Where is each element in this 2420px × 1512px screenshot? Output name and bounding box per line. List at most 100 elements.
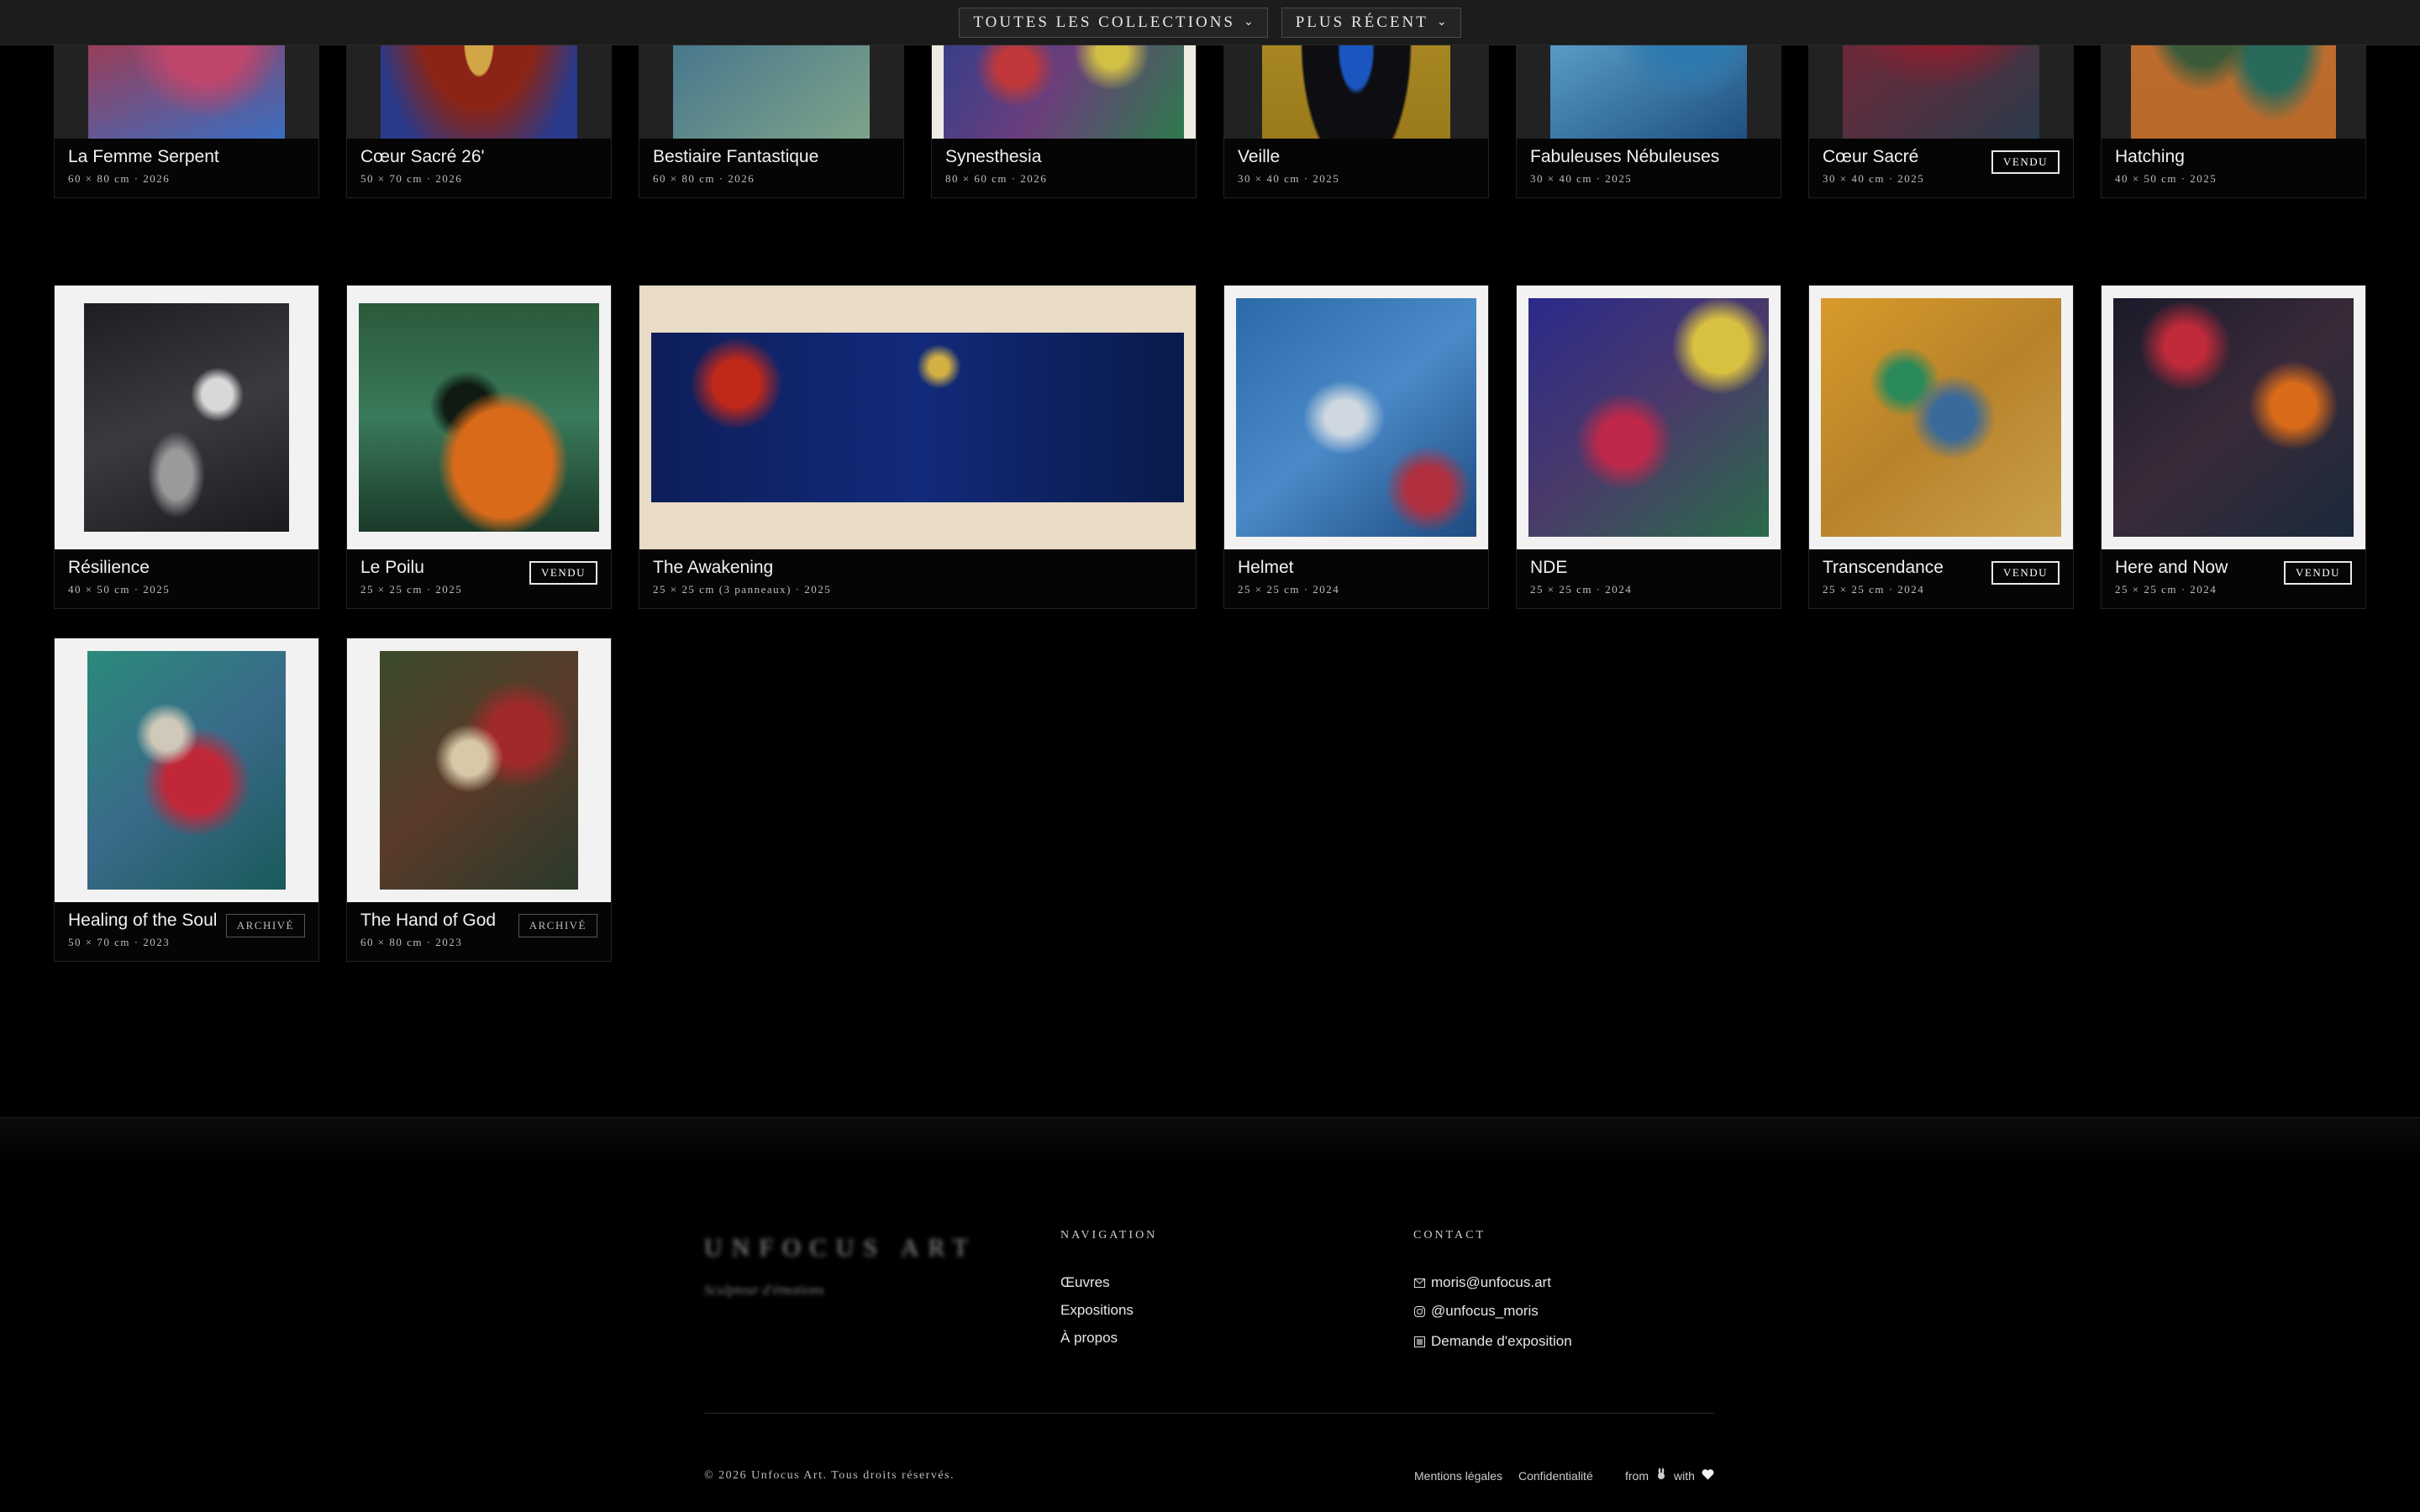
sort-button[interactable]: PLUS RÉCENT ⌄ — [1281, 7, 1461, 38]
artwork-image[interactable] — [347, 638, 611, 902]
frame-icon — [1413, 1336, 1426, 1348]
artwork-meta: The Hand of God 60 × 80 cm · 2023 ARCHIVÉ — [347, 900, 611, 961]
from-label: from — [1625, 1468, 1649, 1483]
artwork-card[interactable]: Healing of the Soul 50 × 70 cm · 2023 ARCH… — [54, 638, 319, 962]
artwork-meta: Helmet 25 × 25 cm · 2024 — [1224, 548, 1488, 608]
heart-icon — [1702, 1468, 1714, 1483]
artwork-dimensions: 80 × 60 cm · 2026 — [945, 172, 1048, 185]
nav-heading: NAVIGATION — [1060, 1229, 1158, 1242]
artwork-dimensions: 60 × 80 cm · 2026 — [68, 172, 171, 185]
sold-badge: VENDU — [1991, 561, 2060, 585]
artwork-dimensions: 40 × 50 cm · 2025 — [2115, 172, 2217, 185]
footer-tagline: Sculpteur d'émotions — [704, 1282, 824, 1298]
artwork-image[interactable] — [55, 286, 318, 549]
artwork-meta: Résilience 40 × 50 cm · 2025 — [55, 548, 318, 608]
artwork-card[interactable]: Helmet 25 × 25 cm · 2024 — [1223, 285, 1489, 609]
artwork-card[interactable]: The Hand of God 60 × 80 cm · 2023 ARCHIVÉ — [346, 638, 612, 962]
artwork-title[interactable]: Cœur Sacré 26' — [360, 145, 597, 169]
exhibition-request-link[interactable]: Demande d'exposition — [1413, 1333, 1572, 1350]
footer-link-a-propos[interactable]: À propos — [1060, 1330, 1118, 1347]
artwork-card[interactable]: Here and Now 25 × 25 cm · 2024 VENDU — [2101, 285, 2366, 609]
artwork-meta: Cœur Sacré 30 × 40 cm · 2025 VENDU — [1809, 137, 2073, 197]
footer-link-oeuvres[interactable]: Œuvres — [1060, 1274, 1110, 1291]
artwork-title[interactable]: Helmet — [1238, 556, 1475, 580]
artwork-dimensions: 25 × 25 cm · 2024 — [2115, 583, 2217, 596]
artwork-meta: Synesthesia 80 × 60 cm · 2026 — [932, 137, 1196, 197]
artwork-title[interactable]: Bestiaire Fantastique — [653, 145, 890, 169]
collection-filter-label: TOUTES LES COLLECTIONS — [973, 13, 1235, 31]
artwork-image[interactable] — [1809, 286, 2073, 549]
contact-email-link[interactable]: moris@unfocus.art — [1413, 1274, 1551, 1291]
made-with: from with — [1625, 1467, 1714, 1483]
artwork-image[interactable] — [2102, 286, 2365, 549]
artwork-painting — [651, 333, 1184, 502]
with-label: with — [1674, 1468, 1695, 1483]
page: TOUTES LES COLLECTIONS ⌄ PLUS RÉCENT ⌄ L… — [0, 0, 2420, 1512]
artwork-painting — [1821, 298, 2061, 537]
artwork-dimensions: 60 × 80 cm · 2023 — [360, 936, 463, 948]
artwork-meta: Fabuleuses Nébuleuses 30 × 40 cm · 2025 — [1517, 137, 1781, 197]
artwork-card[interactable]: Le Poilu 25 × 25 cm · 2025 VENDU — [346, 285, 612, 609]
privacy-link[interactable]: Confidentialité — [1518, 1469, 1593, 1483]
artwork-dimensions: 30 × 40 cm · 2025 — [1823, 172, 1925, 185]
sort-label: PLUS RÉCENT — [1295, 13, 1428, 31]
artwork-image[interactable] — [347, 286, 611, 549]
footer-divider — [704, 1413, 1714, 1414]
artwork-painting — [2113, 298, 2354, 537]
artwork-meta: The Awakening 25 × 25 cm (3 panneaux) · 2… — [639, 548, 1196, 608]
rabbit-icon — [1655, 1467, 1667, 1483]
artwork-meta: Hatching 40 × 50 cm · 2025 — [2102, 137, 2365, 197]
footer-brand-logo[interactable]: UNFOCUS ART — [704, 1234, 977, 1263]
artwork-painting — [1528, 298, 1769, 537]
artwork-card[interactable]: Transcendance 25 × 25 cm · 2024 VENDU — [1808, 285, 2074, 609]
artwork-card[interactable]: Résilience 40 × 50 cm · 2025 — [54, 285, 319, 609]
contact-instagram-link[interactable]: @unfocus_moris — [1413, 1303, 1539, 1320]
artwork-title[interactable]: Synesthesia — [945, 145, 1182, 169]
artwork-title[interactable]: The Awakening — [653, 556, 1182, 580]
artwork-painting — [380, 651, 578, 890]
footer-link-expositions[interactable]: Expositions — [1060, 1302, 1134, 1319]
legal-notice-link[interactable]: Mentions légales — [1414, 1469, 1502, 1483]
artwork-dimensions: 30 × 40 cm · 2025 — [1530, 172, 1633, 185]
artwork-title[interactable]: Fabuleuses Nébuleuses — [1530, 145, 1767, 169]
artwork-title[interactable]: Résilience — [68, 556, 305, 580]
contact-heading: CONTACT — [1413, 1229, 1486, 1242]
site-footer: UNFOCUS ART Sculpteur d'émotions NAVIGAT… — [0, 1117, 2420, 1512]
instagram-icon — [1413, 1305, 1426, 1318]
artwork-meta: Bestiaire Fantastique 60 × 80 cm · 2026 — [639, 137, 903, 197]
artwork-title[interactable]: NDE — [1530, 556, 1767, 580]
exhibition-request: Demande d'exposition — [1431, 1333, 1572, 1349]
artwork-image[interactable] — [1517, 286, 1781, 549]
artwork-meta: Transcendance 25 × 25 cm · 2024 VENDU — [1809, 548, 2073, 608]
artwork-dimensions: 25 × 25 cm (3 panneaux) · 2025 — [653, 583, 832, 596]
artwork-title[interactable]: La Femme Serpent — [68, 145, 305, 169]
artwork-painting — [87, 651, 286, 890]
artwork-meta: Here and Now 25 × 25 cm · 2024 VENDU — [2102, 548, 2365, 608]
filter-bar: TOUTES LES COLLECTIONS ⌄ PLUS RÉCENT ⌄ — [0, 0, 2420, 45]
contact-instagram: @unfocus_moris — [1431, 1303, 1539, 1319]
artwork-dimensions: 30 × 40 cm · 2025 — [1238, 172, 1340, 185]
artwork-image[interactable] — [639, 286, 1196, 549]
artwork-meta: NDE 25 × 25 cm · 2024 — [1517, 548, 1781, 608]
chevron-down-icon: ⌄ — [1436, 16, 1447, 29]
artwork-dimensions: 60 × 80 cm · 2026 — [653, 172, 755, 185]
artwork-painting — [1236, 298, 1476, 537]
artwork-meta: Cœur Sacré 26' 50 × 70 cm · 2026 — [347, 137, 611, 197]
artwork-painting — [84, 303, 289, 532]
contact-email: moris@unfocus.art — [1431, 1274, 1551, 1290]
artwork-dimensions: 25 × 25 cm · 2024 — [1530, 583, 1633, 596]
artwork-image[interactable] — [1224, 286, 1488, 549]
artwork-dimensions: 50 × 70 cm · 2026 — [360, 172, 463, 185]
artwork-card[interactable]: The Awakening 25 × 25 cm (3 panneaux) · 2… — [639, 285, 1197, 609]
artwork-card[interactable]: NDE 25 × 25 cm · 2024 — [1516, 285, 1781, 609]
artwork-dimensions: 50 × 70 cm · 2023 — [68, 936, 171, 948]
artwork-title[interactable]: Veille — [1238, 145, 1475, 169]
artwork-dimensions: 40 × 50 cm · 2025 — [68, 583, 171, 596]
archived-badge: ARCHIVÉ — [518, 914, 597, 937]
artwork-title[interactable]: Hatching — [2115, 145, 2352, 169]
archived-badge: ARCHIVÉ — [225, 914, 305, 937]
sold-badge: VENDU — [2284, 561, 2352, 585]
artwork-image[interactable] — [55, 638, 318, 902]
collection-filter-button[interactable]: TOUTES LES COLLECTIONS ⌄ — [959, 7, 1268, 38]
artwork-meta: Healing of the Soul 50 × 70 cm · 2023 ARCH… — [55, 900, 318, 961]
